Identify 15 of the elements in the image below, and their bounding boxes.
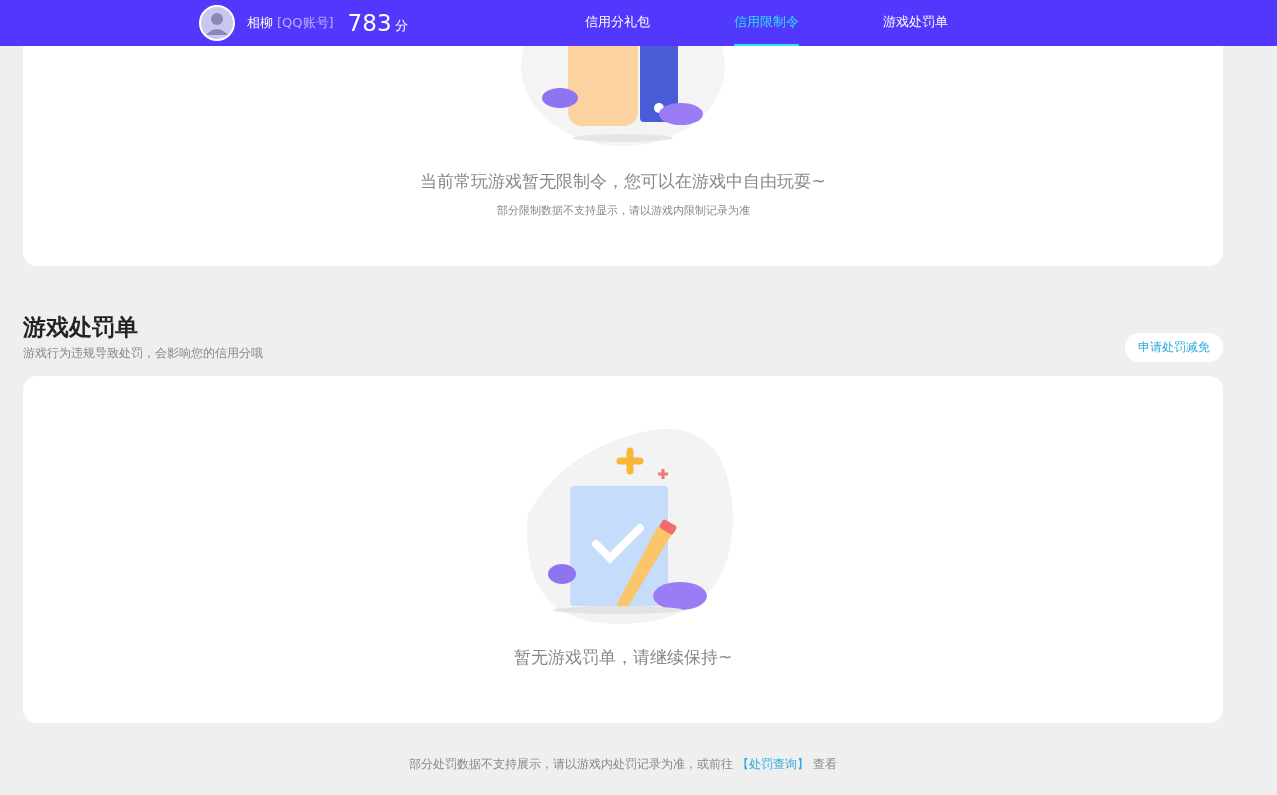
- nav-tab[interactable]: 游戏处罚单: [883, 0, 948, 46]
- account-type: [QQ账号]: [277, 14, 334, 32]
- nav-tab[interactable]: 信用分礼包: [585, 0, 650, 46]
- penalty-query-link[interactable]: 【处罚查询】: [737, 757, 809, 771]
- footer-note: 部分处罚数据不支持展示，请以游戏内处罚记录为准，或前往 【处罚查询】 查看: [408, 756, 838, 773]
- credit-score: 783: [347, 10, 392, 36]
- restriction-note: 部分限制数据不支持显示，请以游戏内限制记录为准: [496, 203, 750, 218]
- user-name: 相柳: [247, 14, 273, 32]
- score-unit: 分: [394, 16, 408, 35]
- empty-message: 当前常玩游戏暂无限制令，您可以在游戏中自由玩耍~: [420, 170, 826, 193]
- empty-message: 暂无游戏罚单，请继续保持~: [513, 646, 733, 669]
- apply-reduction-button[interactable]: 申请处罚减免: [1125, 333, 1223, 362]
- section-title: 游戏处罚单: [23, 313, 139, 342]
- avatar-icon: [199, 5, 235, 41]
- section-subtitle: 游戏行为违规导致处罚，会影响您的信用分哦: [23, 345, 263, 362]
